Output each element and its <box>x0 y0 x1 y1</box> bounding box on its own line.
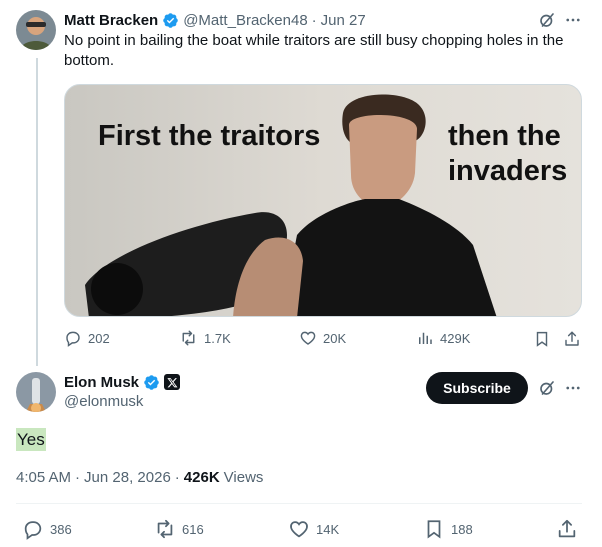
reply-count: 386 <box>50 521 72 537</box>
meta-separator: · <box>174 469 180 486</box>
media-caption-right-line1: then the <box>448 120 561 152</box>
views-label: Views <box>223 469 264 486</box>
share-icon <box>565 331 579 346</box>
meta-separator: · <box>311 11 317 29</box>
divider <box>16 503 582 504</box>
tweet-date[interactable]: Jun 28, 2026 <box>84 469 171 486</box>
reply-button[interactable]: 202 <box>64 329 110 347</box>
reply-icon <box>24 521 42 540</box>
repost-button[interactable]: 616 <box>154 518 204 540</box>
main-author-name[interactable]: Elon Musk <box>64 374 139 391</box>
views-summary[interactable]: 426K Views <box>184 469 264 486</box>
elon-musk-avatar[interactable] <box>16 372 56 412</box>
repost-count: 616 <box>182 521 204 537</box>
tweet-media-image[interactable]: First the traitors then the invaders <box>64 84 582 317</box>
heart-icon <box>300 331 316 345</box>
verified-badge-icon <box>144 374 159 390</box>
views-button[interactable]: 429K <box>416 329 470 347</box>
subscribe-button[interactable]: Subscribe <box>426 372 528 404</box>
share-button[interactable] <box>556 518 578 540</box>
thread-connector-line <box>36 58 38 366</box>
main-tweet-text: Yes <box>16 428 46 451</box>
parent-tweet-text: No point in bailing the boat while trait… <box>64 32 564 69</box>
grok-icon[interactable] <box>536 377 558 399</box>
grok-icon[interactable] <box>536 9 558 31</box>
parent-tweet-date[interactable]: Jun 27 <box>321 12 366 29</box>
share-icon <box>558 519 576 538</box>
meta-separator: · <box>75 469 81 486</box>
reply-count: 202 <box>88 330 110 346</box>
more-options-icon[interactable] <box>562 377 584 399</box>
reply-icon <box>66 331 80 347</box>
tweet-time[interactable]: 4:05 AM <box>16 469 71 486</box>
reply-button[interactable]: 386 <box>22 518 72 540</box>
more-options-icon[interactable] <box>562 9 584 31</box>
repost-icon <box>182 330 195 346</box>
bookmark-icon <box>427 520 441 539</box>
bookmark-button[interactable]: 188 <box>423 518 473 540</box>
verified-badge-icon <box>163 12 178 28</box>
media-caption-right-line2: invaders <box>448 155 568 187</box>
repost-icon <box>157 519 173 539</box>
analytics-icon <box>419 332 432 344</box>
parent-author-name[interactable]: Matt Bracken <box>64 12 158 29</box>
share-button[interactable] <box>562 329 582 349</box>
matt-bracken-avatar[interactable] <box>16 10 56 50</box>
repost-button[interactable]: 1.7K <box>179 329 231 347</box>
main-author-handle[interactable]: @elonmusk <box>64 393 143 410</box>
x-affiliation-icon <box>164 374 181 390</box>
bookmark-count: 188 <box>451 521 473 537</box>
media-caption-left: First the traitors <box>98 120 321 152</box>
views-count: 426K <box>183 469 220 486</box>
view-count: 429K <box>440 330 471 346</box>
bookmark-icon <box>536 331 548 347</box>
like-button[interactable]: 14K <box>288 518 339 540</box>
parent-author-handle[interactable]: @Matt_Bracken48 <box>183 12 307 29</box>
like-count: 14K <box>316 521 340 537</box>
like-button[interactable]: 20K <box>299 329 346 347</box>
heart-icon <box>290 521 308 538</box>
bookmark-button[interactable] <box>532 329 552 349</box>
like-count: 20K <box>323 330 347 346</box>
repost-count: 1.7K <box>204 330 231 346</box>
